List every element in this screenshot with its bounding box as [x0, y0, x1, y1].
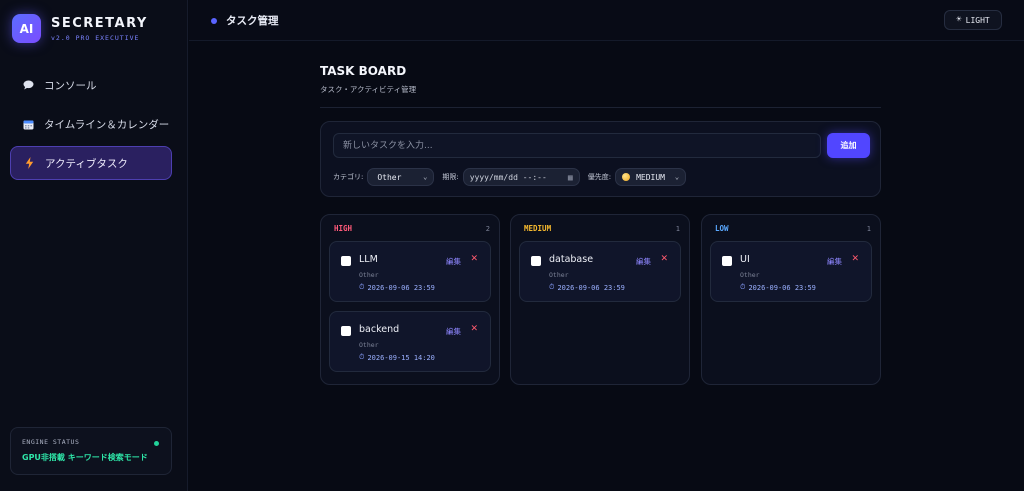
- category-value: Other: [377, 172, 402, 182]
- task-title: LLM: [359, 254, 378, 265]
- column-count: 1: [675, 225, 680, 233]
- task-filters: カテゴリ: Other ⌄ 期限: yyyy/mm/dd --:-- ▦ 優先度…: [333, 168, 687, 186]
- edit-button[interactable]: 編集: [446, 256, 461, 267]
- divider: [320, 107, 881, 108]
- task-card: LLM 編集 ✕ Other ⏱ 2026-09-06 23:59: [329, 241, 491, 302]
- engine-status-panel: ENGINE STATUS GPU非搭載 キーワード検索モード: [10, 427, 172, 475]
- task-due-value: 2026-09-15 14:20: [367, 353, 435, 362]
- task-due-value: 2026-09-06 23:59: [557, 283, 625, 292]
- page-header: タスク管理: [211, 13, 279, 28]
- task-checkbox[interactable]: [531, 256, 541, 266]
- task-category: Other: [740, 271, 760, 279]
- status-dot-icon: [154, 441, 159, 446]
- task-checkbox[interactable]: [722, 256, 732, 266]
- add-task-button[interactable]: 追加: [827, 133, 870, 158]
- delete-icon[interactable]: ✕: [470, 324, 478, 334]
- edit-button[interactable]: 編集: [827, 256, 842, 267]
- task-title: UI: [740, 254, 750, 265]
- brand-subtitle: v2.0 PRO EXECUTIVE: [51, 33, 140, 42]
- brand[interactable]: AI SECRETARY v2.0 PRO EXECUTIVE: [12, 14, 148, 43]
- lightning-icon: [23, 157, 35, 169]
- sidebar-item-label: アクティブタスク: [45, 157, 128, 170]
- sidebar-item-active-tasks[interactable]: アクティブタスク: [10, 146, 172, 180]
- clock-icon: ⏱: [359, 283, 365, 291]
- column-medium: MEDIUM 1 database 編集 ✕ Other ⏱ 2026-09-0…: [510, 214, 690, 385]
- deadline-label: 期限:: [442, 173, 459, 181]
- chat-bubble-icon: [22, 79, 34, 91]
- sun-icon: ☀: [956, 15, 962, 25]
- priority-value: MEDIUM: [636, 172, 665, 182]
- priority-select[interactable]: MEDIUM ⌄: [615, 168, 687, 186]
- header-dot-icon: [211, 17, 217, 24]
- task-checkbox[interactable]: [341, 326, 351, 336]
- task-due-value: 2026-09-06 23:59: [367, 283, 435, 292]
- column-title: MEDIUM: [524, 224, 552, 233]
- task-category: Other: [549, 271, 569, 279]
- task-card: UI 編集 ✕ Other ⏱ 2026-09-06 23:59: [710, 241, 872, 302]
- deadline-input[interactable]: yyyy/mm/dd --:-- ▦: [462, 168, 580, 186]
- task-due-value: 2026-09-06 23:59: [748, 283, 816, 292]
- task-due: ⏱ 2026-09-06 23:59: [740, 283, 816, 292]
- calendar-icon: [22, 118, 34, 130]
- task-category: Other: [359, 271, 379, 279]
- edit-button[interactable]: 編集: [446, 326, 461, 337]
- top-bar: タスク管理 ☀ LIGHT: [189, 0, 1024, 41]
- theme-toggle-label: LIGHT: [965, 15, 990, 25]
- page-header-title: タスク管理: [226, 15, 279, 27]
- task-due: ⏱ 2026-09-06 23:59: [549, 283, 625, 292]
- delete-icon[interactable]: ✕: [851, 254, 859, 264]
- column-title: LOW: [715, 224, 729, 233]
- sidebar-item-label: タイムライン＆カレンダー: [44, 118, 170, 131]
- delete-icon[interactable]: ✕: [470, 254, 478, 264]
- sidebar: AI SECRETARY v2.0 PRO EXECUTIVE コンソール タイ…: [0, 0, 188, 491]
- column-high: HIGH 2 LLM 編集 ✕ Other ⏱ 2026-09-06 23:59…: [320, 214, 500, 385]
- sidebar-item-console[interactable]: コンソール: [10, 68, 172, 102]
- priority-dot-icon: [622, 173, 631, 181]
- chevron-down-icon: ⌄: [674, 173, 680, 181]
- category-select[interactable]: Other ⌄: [367, 168, 435, 186]
- engine-status-value: GPU非搭載 キーワード検索モード: [22, 453, 148, 462]
- task-composer: 追加 カテゴリ: Other ⌄ 期限: yyyy/mm/dd --:-- ▦ …: [320, 121, 881, 197]
- sidebar-nav: コンソール タイムライン＆カレンダー アクティブタスク: [10, 68, 172, 185]
- main-content: TASK BOARD タスク・アクティビティ管理 追加 カテゴリ: Other …: [320, 64, 881, 385]
- sidebar-item-timeline-calendar[interactable]: タイムライン＆カレンダー: [10, 107, 172, 141]
- clock-icon: ⏱: [359, 353, 365, 361]
- task-checkbox[interactable]: [341, 256, 351, 266]
- new-task-input[interactable]: [333, 133, 821, 158]
- column-count: 1: [866, 225, 871, 233]
- column-low: LOW 1 UI 編集 ✕ Other ⏱ 2026-09-06 23:59: [701, 214, 881, 385]
- chevron-down-icon: ⌄: [423, 173, 428, 181]
- theme-toggle-button[interactable]: ☀ LIGHT: [944, 10, 1002, 30]
- delete-icon[interactable]: ✕: [660, 254, 668, 264]
- column-count: 2: [485, 225, 490, 233]
- task-card: backend 編集 ✕ Other ⏱ 2026-09-15 14:20: [329, 311, 491, 372]
- task-title: database: [549, 254, 594, 265]
- engine-status-label: ENGINE STATUS: [22, 438, 80, 446]
- sidebar-item-label: コンソール: [44, 79, 97, 92]
- brand-logo: AI: [12, 14, 41, 43]
- edit-button[interactable]: 編集: [636, 256, 651, 267]
- deadline-placeholder: yyyy/mm/dd --:--: [469, 172, 547, 182]
- task-due: ⏱ 2026-09-06 23:59: [359, 283, 435, 292]
- clock-icon: ⏱: [740, 283, 746, 291]
- column-title: HIGH: [334, 224, 353, 233]
- priority-label: 優先度:: [587, 173, 612, 181]
- task-category: Other: [359, 341, 379, 349]
- brand-name: SECRETARY: [51, 15, 148, 31]
- page-title: TASK BOARD: [320, 64, 407, 78]
- page-subtitle: タスク・アクティビティ管理: [320, 85, 417, 94]
- clock-icon: ⏱: [549, 283, 555, 291]
- category-label: カテゴリ:: [333, 173, 364, 181]
- calendar-picker-icon[interactable]: ▦: [568, 173, 573, 182]
- task-title: backend: [359, 324, 400, 335]
- task-card: database 編集 ✕ Other ⏱ 2026-09-06 23:59: [519, 241, 681, 302]
- task-due: ⏱ 2026-09-15 14:20: [359, 353, 435, 362]
